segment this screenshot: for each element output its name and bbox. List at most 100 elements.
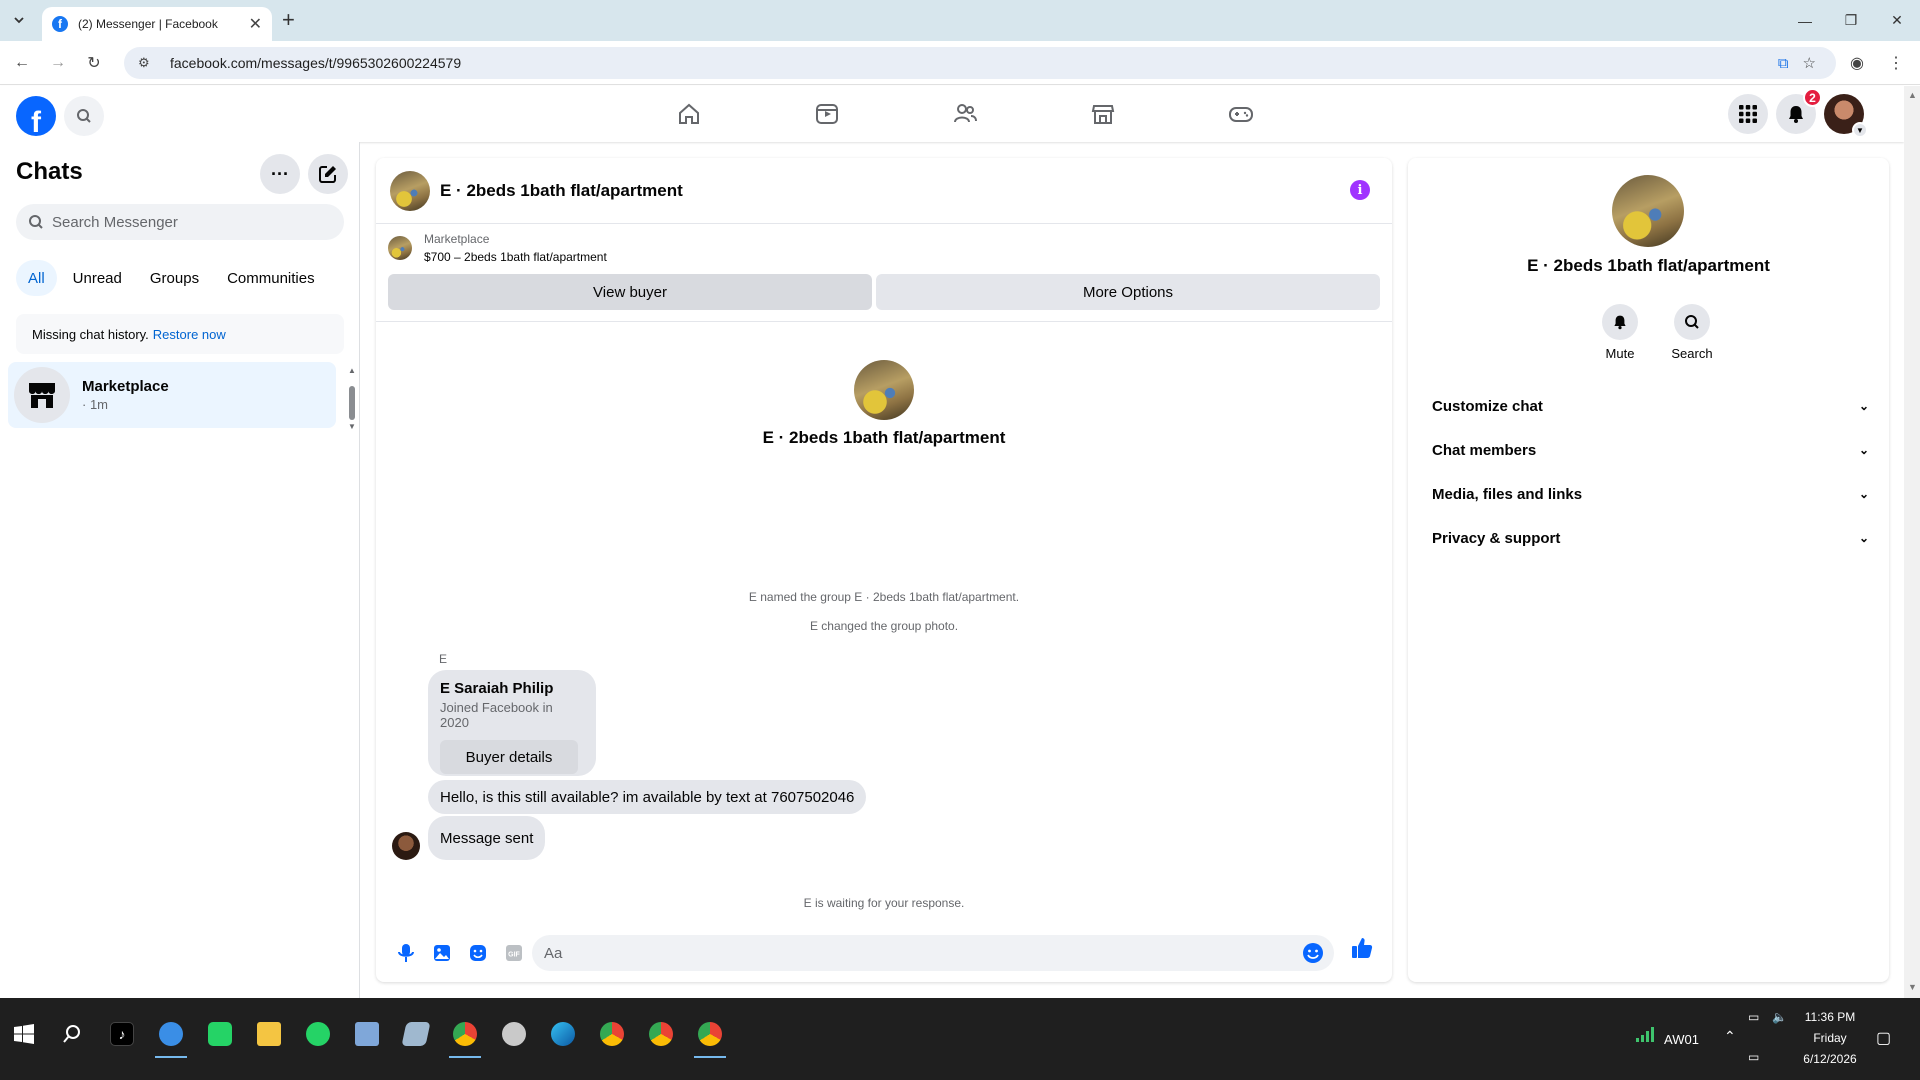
paint-app[interactable] — [494, 1014, 534, 1054]
more-options-button[interactable]: More Options — [876, 274, 1380, 310]
sender-avatar[interactable] — [392, 832, 420, 860]
file-explorer-app[interactable] — [249, 1014, 289, 1054]
browser-tab[interactable]: f (2) Messenger | Facebook ✕ — [42, 7, 272, 41]
explorer-globe-app[interactable] — [151, 1014, 191, 1058]
profile-icon[interactable]: ◉ — [1850, 53, 1864, 73]
back-button[interactable]: ← — [12, 53, 32, 73]
restore-now-link[interactable]: Restore now — [153, 327, 226, 342]
start-button[interactable] — [4, 1014, 44, 1054]
buyer-details-button[interactable]: Buyer details — [440, 740, 578, 774]
search-action[interactable]: Search — [1662, 304, 1722, 361]
message-bubble[interactable]: Message sent — [428, 816, 546, 860]
conversation-title[interactable]: E · 2beds 1bath flat/apartment — [440, 181, 683, 201]
chrome-app-3[interactable] — [641, 1014, 681, 1054]
chevron-up-icon[interactable]: ⌃ — [1724, 1028, 1736, 1045]
chats-options-button[interactable]: ··· — [260, 154, 300, 194]
whatsapp-business-app[interactable] — [200, 1014, 240, 1054]
chat-item-name: Marketplace — [82, 378, 169, 395]
clock-time[interactable]: 11:36 PM — [1798, 1010, 1862, 1024]
tiktok-app[interactable]: ♪ — [102, 1014, 142, 1054]
minimize-button[interactable]: — — [1782, 0, 1828, 41]
kebab-menu-icon[interactable]: ⋮ — [1888, 53, 1904, 73]
nav-friends[interactable] — [896, 86, 1034, 142]
section-media-files-links[interactable]: Media, files and links ⌄ — [1416, 472, 1881, 516]
omnibox[interactable]: ⚙ facebook.com/messages/t/99653026002245… — [124, 47, 1836, 79]
voice-clip-button[interactable] — [388, 935, 424, 971]
notes-app[interactable] — [396, 1014, 436, 1054]
site-info-icon[interactable]: ⚙ — [138, 55, 158, 71]
mute-button[interactable] — [1602, 304, 1638, 340]
chat-filter-tabs: All Unread Groups Communities — [16, 260, 327, 296]
search-messenger[interactable] — [16, 204, 344, 240]
account-avatar[interactable]: ▼ — [1824, 94, 1868, 138]
page-scrollbar[interactable]: ▲ ▼ — [1904, 86, 1920, 998]
scroll-down-arrow-icon[interactable]: ▼ — [348, 422, 356, 431]
chrome-app-4[interactable] — [690, 1014, 730, 1058]
tab-search-dropdown[interactable] — [8, 9, 30, 31]
notifications-button[interactable]: 2 — [1776, 88, 1822, 134]
clock-date[interactable]: 6/12/2026 — [1798, 1052, 1862, 1066]
emoji-button[interactable] — [1302, 942, 1324, 969]
scroll-up-arrow-icon[interactable]: ▲ — [1908, 90, 1917, 100]
search-facebook-button[interactable] — [64, 96, 104, 136]
network-status[interactable] — [1626, 1014, 1666, 1054]
conversation-info-icon[interactable]: i — [1350, 180, 1370, 200]
forward-button[interactable]: → — [48, 53, 68, 73]
message-input[interactable] — [544, 944, 1284, 962]
section-customize-chat[interactable]: Customize chat ⌄ — [1416, 384, 1881, 428]
facebook-logo[interactable]: f — [16, 96, 56, 136]
section-privacy-support[interactable]: Privacy & support ⌄ — [1416, 516, 1881, 560]
conversation-panel: E · 2beds 1bath flat/apartment i Marketp… — [376, 158, 1392, 982]
edge-app[interactable] — [543, 1014, 583, 1054]
chrome-app-2[interactable] — [592, 1014, 632, 1054]
scroll-thumb[interactable] — [349, 386, 355, 420]
chevron-down-icon: ⌄ — [1858, 487, 1869, 501]
chat-list-item[interactable]: Marketplace · 1m — [8, 362, 336, 428]
chrome-app-1[interactable] — [445, 1014, 485, 1058]
new-message-button[interactable] — [308, 154, 348, 194]
mute-action[interactable]: Mute — [1590, 304, 1650, 361]
section-chat-members[interactable]: Chat members ⌄ — [1416, 428, 1881, 472]
nav-home[interactable] — [620, 86, 758, 142]
taskbar-search-button[interactable] — [52, 1014, 92, 1054]
url-text[interactable]: facebook.com/messages/t/9965302600224579 — [170, 55, 461, 71]
search-messenger-input[interactable] — [52, 213, 332, 231]
scroll-down-arrow-icon[interactable]: ▼ — [1908, 982, 1917, 992]
menu-button[interactable] — [1728, 94, 1768, 134]
section-label: Privacy & support — [1432, 529, 1561, 547]
close-window-button[interactable]: ✕ — [1874, 0, 1920, 41]
like-send-button[interactable] — [1350, 936, 1374, 965]
tab-close-icon[interactable]: ✕ — [249, 14, 262, 34]
restore-button[interactable]: ❐ — [1828, 0, 1874, 41]
whatsapp-app[interactable] — [298, 1014, 338, 1054]
filter-tab-communities[interactable]: Communities — [215, 260, 327, 296]
remote-desktop-app[interactable] — [347, 1014, 387, 1054]
view-buyer-button[interactable]: View buyer — [388, 274, 872, 310]
search-in-chat-button[interactable] — [1674, 304, 1710, 340]
reload-button[interactable]: ↻ — [84, 53, 104, 73]
group-photo[interactable] — [390, 170, 430, 211]
chats-scrollbar[interactable]: ▲ ▼ — [348, 366, 356, 431]
notification-center-icon[interactable]: ▢ — [1876, 1028, 1891, 1048]
bookmark-star-icon[interactable]: ☆ — [1803, 54, 1816, 72]
install-app-icon[interactable]: ⧉ — [1778, 55, 1789, 72]
nav-marketplace[interactable] — [1034, 86, 1172, 142]
filter-tab-unread[interactable]: Unread — [61, 260, 134, 296]
filter-tab-groups[interactable]: Groups — [138, 260, 211, 296]
nav-video[interactable] — [758, 86, 896, 142]
gif-button[interactable]: GIF — [496, 935, 532, 971]
nav-gaming[interactable] — [1172, 86, 1310, 142]
display-icon[interactable]: ▭ — [1748, 1010, 1759, 1024]
attach-photo-button[interactable] — [424, 935, 460, 971]
message-input-box[interactable] — [532, 935, 1334, 971]
sticker-button[interactable] — [460, 935, 496, 971]
volume-icon[interactable]: 🔈 — [1772, 1010, 1787, 1024]
network-monitor-icon[interactable]: ▭ — [1748, 1050, 1759, 1064]
listing-title[interactable]: $700 – 2beds 1bath flat/apartment — [424, 250, 607, 264]
clock-day[interactable]: Friday — [1798, 1031, 1862, 1045]
filter-tab-all[interactable]: All — [16, 260, 57, 296]
message-bubble[interactable]: Hello, is this still available? im avail… — [428, 780, 867, 814]
scroll-up-arrow-icon[interactable]: ▲ — [348, 366, 356, 375]
thumbs-up-icon — [1352, 938, 1373, 958]
new-tab-button[interactable]: + — [282, 9, 295, 31]
